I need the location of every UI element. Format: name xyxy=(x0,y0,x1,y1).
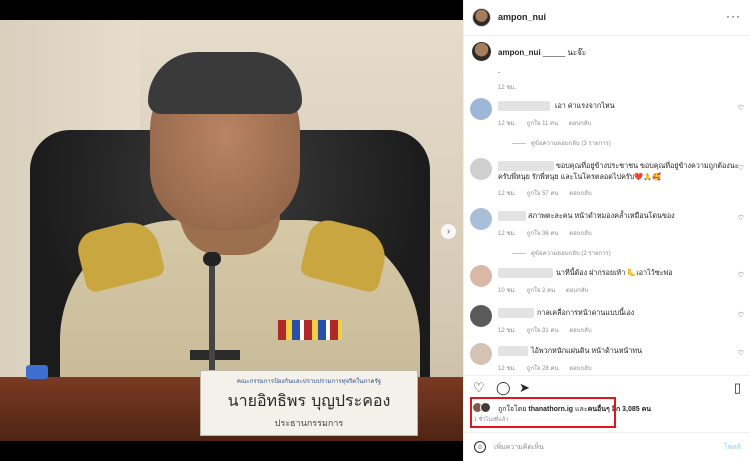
heart-icon[interactable]: ♡ xyxy=(473,380,485,396)
comment-avatar[interactable] xyxy=(470,305,492,327)
comment-username-redacted[interactable] xyxy=(498,346,528,356)
heart-icon[interactable]: ♡ xyxy=(738,349,744,357)
sign-name-text: นายอิทธิพร บุญประคอง xyxy=(227,391,391,410)
bottom-letterbox xyxy=(0,441,463,461)
post-actions: ♡ ◯ ➤ ▯ xyxy=(464,375,750,399)
comment-time: 12 ชม. xyxy=(498,231,517,237)
heart-icon[interactable]: ♡ xyxy=(738,104,744,112)
likes-highlight-box xyxy=(470,397,616,428)
comment-likes[interactable]: ถูกใจ 2 คน xyxy=(527,288,556,294)
comment-text: เอา ค่าแรงจากไหน xyxy=(555,101,615,110)
comment-time: 12 ชม. xyxy=(498,191,517,197)
comment-avatar[interactable] xyxy=(470,208,492,230)
caption-body: _____ นะจ๊ะ xyxy=(542,48,587,57)
caption-time: 12 ชม. xyxy=(498,85,517,91)
comment-time: 12 ชม. xyxy=(498,366,517,372)
comment-icon[interactable]: ◯ xyxy=(496,380,511,396)
cup xyxy=(26,365,48,379)
uniform-name-tag xyxy=(190,350,240,360)
comment-likes[interactable]: ถูกใจ 57 คน xyxy=(527,191,559,197)
comment-username-redacted[interactable] xyxy=(498,268,553,278)
comment-meta: 12 ชม. ถูกใจ 11 คน ตอบกลับ xyxy=(498,118,600,128)
chevron-right-icon[interactable]: › xyxy=(441,224,456,239)
reply-button[interactable]: ตอบกลับ xyxy=(566,288,588,294)
send-icon[interactable]: ➤ xyxy=(519,380,530,396)
heart-icon[interactable]: ♡ xyxy=(738,271,744,279)
view-replies[interactable]: ดูข้อความตอบกลับ (3 รายการ) xyxy=(512,138,611,148)
comment-meta: 10 ชม. ถูกใจ 2 คน ตอบกลับ xyxy=(498,285,597,295)
comment-meta: 12 ชม. ถูกใจ 57 คน ตอบกลับ xyxy=(498,188,601,198)
comment-meta: 12 ชม. ถูกใจ 36 คน ตอบกลับ xyxy=(498,228,601,238)
comment-text: ไอ้พวกหนักแผ่นดิน หน้าด้านหน้าทน xyxy=(531,346,643,355)
bookmark-icon[interactable]: ▯ xyxy=(734,380,741,396)
reply-button[interactable]: ตอบกลับ xyxy=(569,191,591,197)
sign-org-text: คณะกรรมการป้องกันและปราบปรามการทุจริตในภ… xyxy=(236,379,382,385)
comment-avatar[interactable] xyxy=(470,343,492,365)
comment-text: กาลเคลื่อการหน้าดานแบบนี้เอง xyxy=(537,308,635,317)
comment-input[interactable] xyxy=(494,440,694,454)
name-sign: คณะกรรมการป้องกันและปราบปรามการทุจริตในภ… xyxy=(200,370,418,436)
post-side-panel: ampon_nui ··· ampon_nui _____ นะจ๊ะ . 12… xyxy=(463,0,750,461)
comment-text-line2: ครับพี่หนุย รักพี่หนุย และโนโครตลอดไปครั… xyxy=(498,172,662,181)
reply-button[interactable]: ตอบกลับ xyxy=(569,328,591,334)
emoji-icon[interactable]: ☺ xyxy=(474,441,486,453)
comment-avatar[interactable] xyxy=(470,98,492,120)
comment-likes[interactable]: ถูกใจ 28 คน xyxy=(527,366,559,372)
more-dots-icon[interactable]: ··· xyxy=(726,9,741,23)
avatar[interactable] xyxy=(472,8,491,27)
comment-username-redacted[interactable] xyxy=(498,211,526,221)
add-comment-bar: ☺ โพสต์ xyxy=(464,432,750,461)
comment-text: สภาพตะละคน หน้าดำหมองคล้ำเหมือนโดนของ xyxy=(528,211,675,220)
comment-likes[interactable]: ถูกใจ 11 คน xyxy=(527,121,558,127)
comment-username-redacted[interactable] xyxy=(498,161,554,171)
comment-likes[interactable]: ถูกใจ 31 คน xyxy=(527,328,559,334)
heart-icon[interactable]: ♡ xyxy=(738,214,744,222)
post-image: คณะกรรมการป้องกันและปราบปรามการทุจริตในภ… xyxy=(0,20,463,441)
heart-icon[interactable]: ♡ xyxy=(738,311,744,319)
post-header: ampon_nui ··· xyxy=(464,0,750,36)
view-replies[interactable]: ดูข้อความตอบกลับ (2 รายการ) xyxy=(512,248,611,258)
caption-dot: . xyxy=(498,66,501,75)
reply-button[interactable]: ตอบกลับ xyxy=(569,231,591,237)
comment-meta: 12 ชม. ถูกใจ 28 คน ตอบกลับ xyxy=(498,363,601,373)
heart-icon[interactable]: ♡ xyxy=(738,164,744,172)
comment-text: นาทีนี้ต้อง ฝากรอยเท้า 🦶เอาไว้ซะพ่อ xyxy=(556,268,673,277)
comment-avatar[interactable] xyxy=(470,158,492,180)
caption-username[interactable]: ampon_nui xyxy=(498,48,541,57)
medal-ribbons xyxy=(278,320,342,340)
comment-username-redacted[interactable] xyxy=(498,101,550,111)
hair xyxy=(148,52,302,114)
comment-time: 12 ชม. xyxy=(498,121,517,127)
comment-time: 12 ชม. xyxy=(498,328,517,334)
comment-meta: 12 ชม. ถูกใจ 31 คน ตอบกลับ xyxy=(498,325,601,335)
comment-likes[interactable]: ถูกใจ 36 คน xyxy=(527,231,559,237)
comment-text: ขอบคุณที่อยู่ข้างประชาชน ขอบคุณที่อยู่ข้… xyxy=(556,161,739,170)
comment-username-redacted[interactable] xyxy=(498,308,534,318)
comment-time: 10 ชม. xyxy=(498,288,517,294)
header-username[interactable]: ampon_nui xyxy=(498,12,546,22)
microphone-head xyxy=(203,252,221,266)
sign-title-text: ประธานกรรมการ xyxy=(274,418,344,428)
reply-button[interactable]: ตอบกลับ xyxy=(569,121,591,127)
caption-avatar[interactable] xyxy=(472,42,491,61)
comment-avatar[interactable] xyxy=(470,265,492,287)
reply-button[interactable]: ตอบกลับ xyxy=(569,366,591,372)
top-letterbox xyxy=(0,0,463,20)
caption-text: ampon_nui _____ นะจ๊ะ xyxy=(498,46,586,59)
post-button[interactable]: โพสต์ xyxy=(724,442,741,453)
